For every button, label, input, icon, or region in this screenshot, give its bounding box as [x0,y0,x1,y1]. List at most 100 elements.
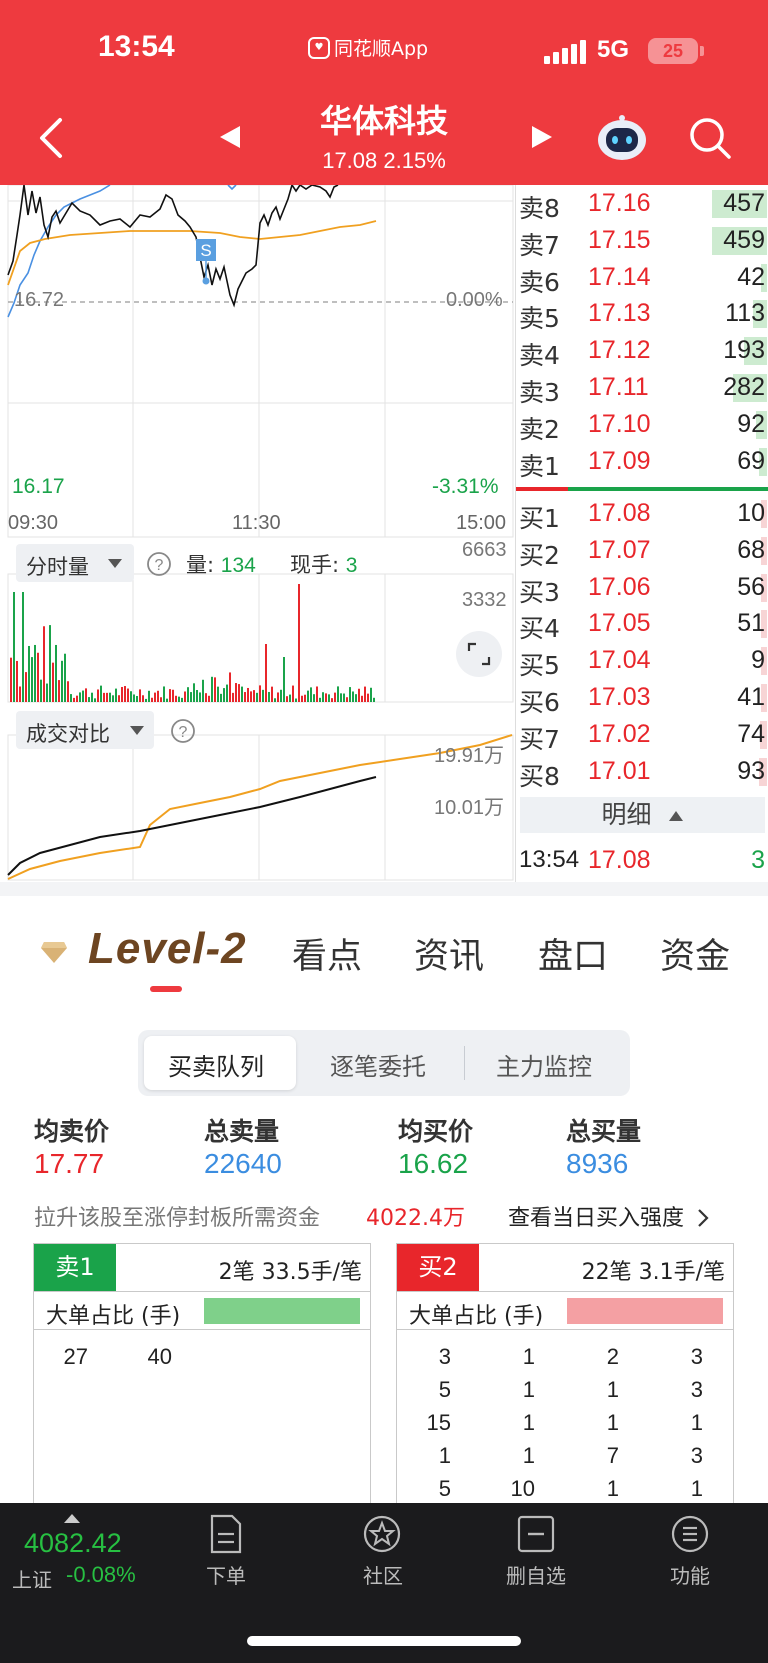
bottom-item-remove-watchlist[interactable]: 删自选 [486,1560,586,1589]
buy-queue-summary: 22笔 3.1手/笔 [581,1260,725,1285]
volume-bar [274,698,276,702]
index-up-arrow-icon[interactable] [64,1514,80,1523]
buy-level-row[interactable]: 买4 17.05 51 [516,605,768,643]
community-icon[interactable] [362,1514,402,1554]
next-stock-icon[interactable] [530,124,554,150]
tab-handicap[interactable]: 盘口 [538,928,608,979]
volume-bar [325,693,327,702]
buy-level-row[interactable]: 买3 17.06 56 [516,569,768,607]
queue-cell: 1 [522,1443,535,1468]
volume-selector[interactable]: 分时量 [16,544,134,582]
fullscreen-button[interactable] [456,631,502,677]
compare-scale-mid: 10.01万 [434,797,505,819]
volume-bar [100,685,102,702]
level-price: 17.15 [588,225,651,254]
current-hand-info: 现手: 3 [290,549,357,579]
sell-level-row[interactable]: 卖8 17.16 457 [516,185,768,223]
detail-toggle-button[interactable]: 明细 [520,797,765,833]
dropdown-icon [130,726,144,735]
volume-bar [265,644,267,702]
volume-bar [70,694,72,702]
sell-level-row[interactable]: 卖3 17.11 282 [516,369,768,407]
volume-bar [55,644,57,702]
intraday-chart-area[interactable]: S 16.72 0.00% 16.17 -3.31% 09:30 11:30 1… [0,185,515,882]
segment-bid-ask-queue[interactable]: 买卖队列 [168,1047,264,1082]
low-pct-label: -3.31% [432,475,499,498]
tab-highlights[interactable]: 看点 [292,928,362,979]
level-name: 卖8 [519,194,560,223]
time-label-noon: 11:30 [232,512,281,534]
volume-bar [244,692,246,702]
segment-main-monitor[interactable]: 主力监控 [496,1047,592,1082]
volume-bar [355,694,357,702]
sell-level-row[interactable]: 卖2 17.10 92 [516,406,768,444]
sell-big-order-label: 大单占比 (手) [46,1304,181,1329]
help-icon[interactable]: ? [146,551,172,577]
volume-bar [268,691,270,702]
sell-level-row[interactable]: 卖4 17.12 193 [516,332,768,370]
status-time: 13:54 [98,30,175,63]
volume-bar [118,695,120,702]
time-label-close: 15:00 [456,512,507,534]
search-icon[interactable] [688,116,732,160]
order-icon[interactable] [208,1514,244,1554]
volume-bar [64,653,66,702]
level-qty: 41 [737,683,765,711]
volume-bar [349,687,351,702]
volume-bar [67,681,69,702]
bottom-item-functions[interactable]: 功能 [640,1560,740,1589]
tab-level2[interactable]: Level-2 [88,924,247,974]
sell-level-row[interactable]: 卖6 17.14 42 [516,259,768,297]
volume-bar [343,693,345,702]
bottom-item-order[interactable]: 下单 [176,1560,276,1589]
volume-bar [154,692,156,702]
buy-level-row[interactable]: 买2 17.07 68 [516,532,768,570]
volume-bar [115,688,117,702]
back-icon[interactable] [36,116,64,160]
volume-bar [82,690,84,702]
volume-bar [172,689,174,702]
queue-cell: 10 [510,1476,535,1501]
sell-queue-table: 卖1 2笔 33.5手/笔 大单占比 (手) 27 40 [33,1243,371,1503]
volume-bar [37,652,39,702]
volume-bar [136,695,138,702]
volume-bar [352,691,354,702]
robot-assistant-icon[interactable] [596,114,648,162]
volume-bar [307,690,309,702]
volume-bar [109,692,111,702]
tab-funds[interactable]: 资金 [660,928,730,979]
queue-cell: 3 [690,1377,703,1402]
buy-level-row[interactable]: 买7 17.02 74 [516,716,768,754]
buy-strength-link[interactable]: 查看当日买入强度 [508,1200,709,1232]
volume-bar [208,695,210,702]
volume-bar [97,689,99,702]
limit-up-capital-label: 拉升该股至涨停封板所需资金 [34,1206,321,1231]
volume-bar [151,697,153,702]
index-value[interactable]: 4082.42 [24,1528,122,1559]
queue-cell: 1 [522,1410,535,1435]
volume-value: 134 [220,554,256,577]
volume-bar [253,690,255,702]
level-price: 17.06 [588,572,651,601]
buy-level-row[interactable]: 买5 17.04 9 [516,642,768,680]
index-change[interactable]: -0.08% [66,1562,136,1588]
buy-level-row[interactable]: 买1 17.08 10 [516,495,768,533]
menu-icon[interactable] [670,1514,710,1554]
volume-bar [175,695,177,702]
sell-level-row[interactable]: 卖5 17.13 113 [516,295,768,333]
volume-bar [220,693,222,702]
buy-level-row[interactable]: 买8 17.01 93 [516,753,768,791]
bottom-item-community[interactable]: 社区 [333,1560,433,1589]
sell-level-row[interactable]: 卖1 17.09 69 [516,443,768,481]
level-price: 17.10 [588,409,651,438]
tab-news[interactable]: 资讯 [414,928,484,979]
buy-level-row[interactable]: 买6 17.03 41 [516,679,768,717]
segment-order-by-order[interactable]: 逐笔委托 [330,1047,426,1082]
index-name[interactable]: 上证 [12,1564,52,1593]
book-divider [516,487,768,491]
remove-watchlist-icon[interactable] [516,1514,556,1554]
level-qty: 92 [737,409,765,438]
help-icon[interactable]: ? [170,718,196,744]
compare-selector[interactable]: 成交对比 [16,711,154,749]
sell-level-row[interactable]: 卖7 17.15 459 [516,222,768,260]
